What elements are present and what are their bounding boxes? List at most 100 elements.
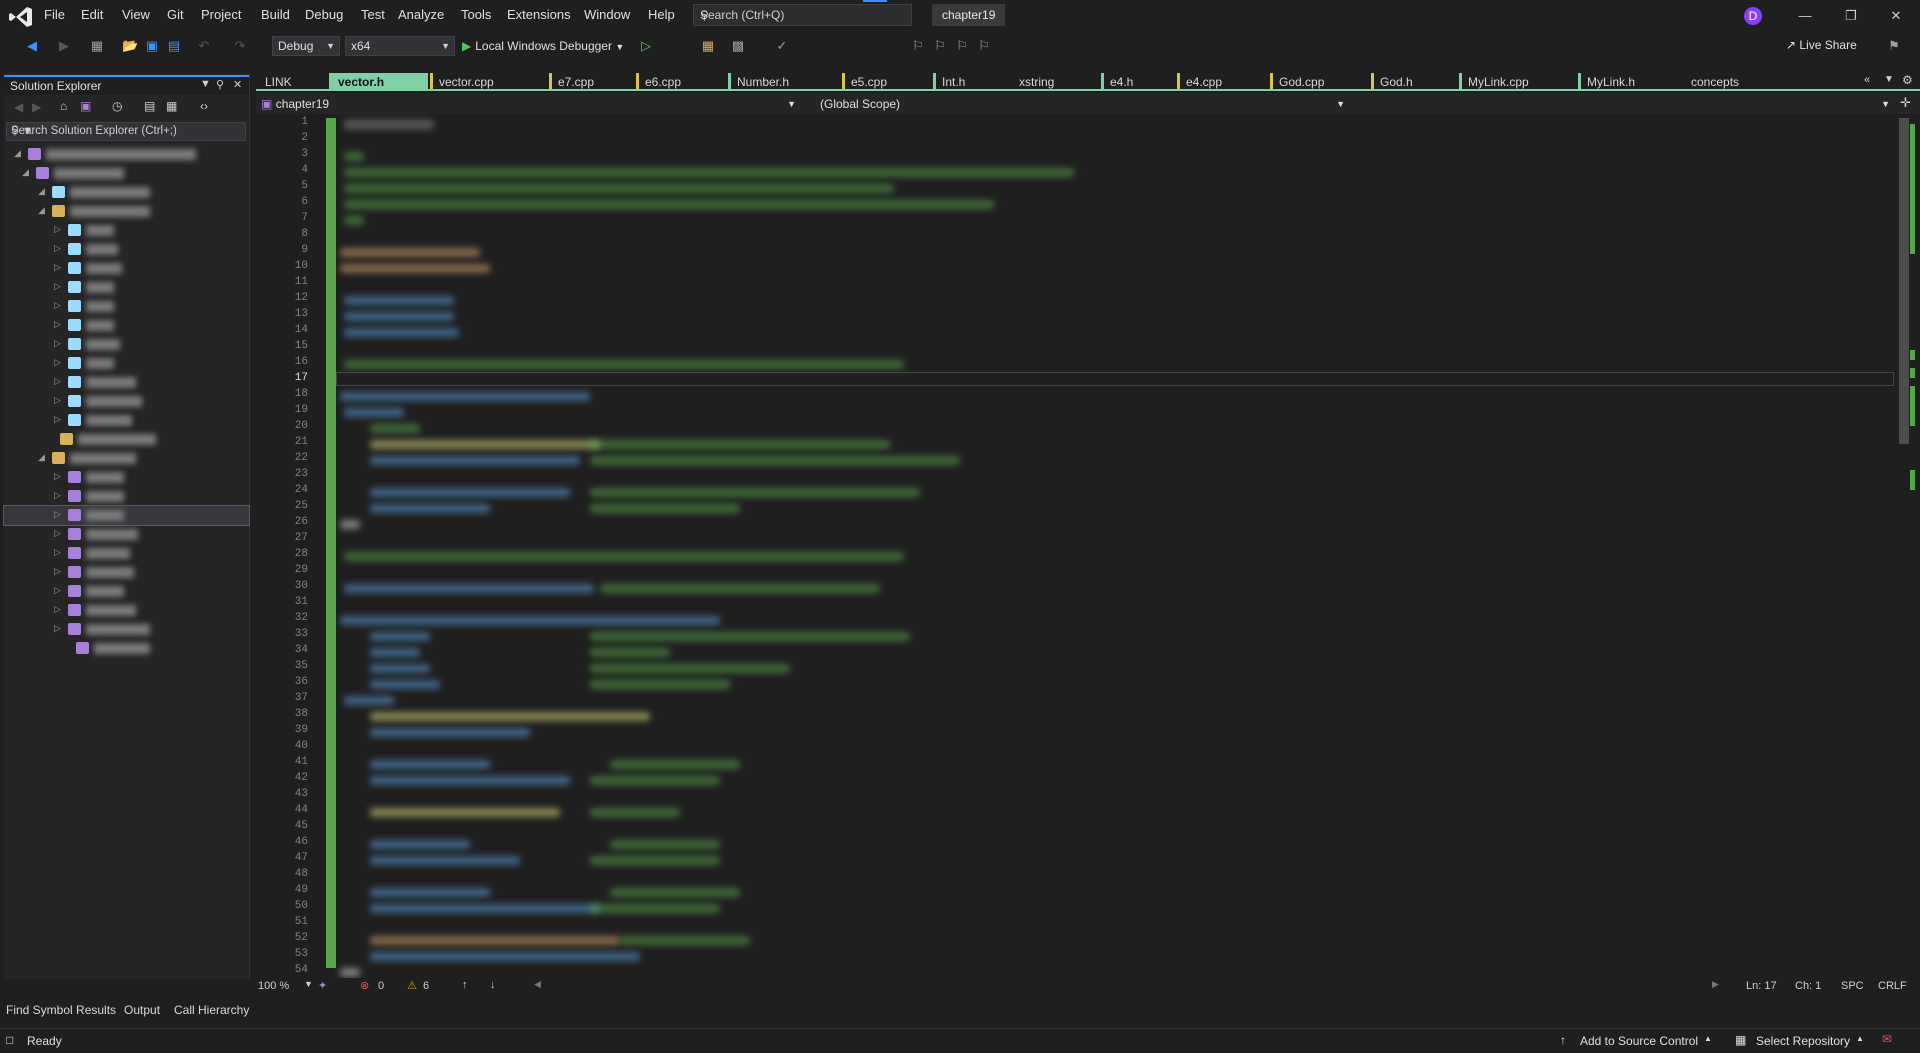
tree-item[interactable]: ▷ — [4, 487, 249, 506]
undo-icon[interactable]: ↶ — [196, 38, 212, 54]
expand-arrow-icon[interactable]: ▷ — [54, 319, 61, 330]
expand-arrow-icon[interactable]: ▷ — [54, 585, 61, 596]
warning-count[interactable]: 6 — [423, 980, 429, 992]
next-bookmark-icon[interactable]: ⚐ — [954, 38, 970, 54]
member-dropdown[interactable]: ▼ — [1350, 95, 1890, 113]
chevron-up-icon[interactable]: ▲ — [1704, 1034, 1712, 1043]
expand-arrow-icon[interactable]: ◢ — [38, 186, 45, 197]
tree-item[interactable]: ▷ — [4, 468, 249, 487]
tree-item[interactable]: ◢ — [4, 145, 249, 164]
menu-item-edit[interactable]: Edit — [81, 7, 103, 22]
chevron-down-icon[interactable]: ▼ — [200, 78, 211, 90]
warning-icon[interactable]: ⚠ — [407, 979, 417, 992]
tab-list-icon[interactable]: ▼ — [1884, 74, 1894, 85]
menu-item-debug[interactable]: Debug — [305, 7, 343, 22]
redo-icon[interactable]: ↷ — [232, 38, 248, 54]
gear-icon[interactable]: ⚙ — [1902, 73, 1913, 87]
pin-icon[interactable]: ⚲ — [216, 78, 224, 91]
spell-check-icon[interactable]: ✓ — [774, 38, 790, 54]
feedback-icon[interactable]: ⚑ — [1886, 38, 1902, 54]
tree-item[interactable]: ▷ — [4, 411, 249, 430]
history-icon[interactable]: ◷ — [112, 99, 122, 113]
expand-arrow-icon[interactable]: ▷ — [54, 547, 61, 558]
chevron-up-icon[interactable]: ▲ — [1856, 1034, 1864, 1043]
expand-arrow-icon[interactable]: ◢ — [22, 167, 29, 178]
solution-explorer-search[interactable]: Search Solution Explorer (Ctrl+;) ⚲ ▼ — [6, 122, 246, 141]
expand-arrow-icon[interactable]: ▷ — [54, 528, 61, 539]
expand-arrow-icon[interactable]: ▷ — [54, 243, 61, 254]
tree-item[interactable]: ▷ — [4, 563, 249, 582]
open-folder-icon[interactable]: 📂 — [122, 38, 138, 54]
expand-arrow-icon[interactable]: ▷ — [54, 509, 61, 520]
tree-item[interactable]: ▷ — [3, 505, 250, 526]
tree-item[interactable]: ◢ — [4, 183, 249, 202]
scrollbar-thumb[interactable] — [1899, 118, 1909, 444]
zoom-level[interactable]: 100 % — [258, 980, 289, 992]
back-icon[interactable]: ◀ — [24, 38, 40, 54]
tree-item[interactable]: ▷ — [4, 316, 249, 335]
tree-item[interactable] — [4, 430, 249, 449]
platform-dropdown[interactable]: x64 ▼ — [345, 36, 455, 56]
tree-item[interactable]: ▷ — [4, 582, 249, 601]
tree-item[interactable]: ▷ — [4, 354, 249, 373]
menu-item-view[interactable]: View — [122, 7, 150, 22]
avatar[interactable]: D — [1744, 7, 1762, 25]
scroll-left-icon[interactable]: ◀ — [534, 979, 541, 990]
select-repository-button[interactable]: Select Repository — [1756, 1034, 1850, 1048]
tree-item[interactable]: ▷ — [4, 221, 249, 240]
expand-arrow-icon[interactable]: ▷ — [54, 414, 61, 425]
tree-item[interactable]: ◢ — [4, 164, 249, 183]
expand-arrow-icon[interactable]: ▷ — [54, 281, 61, 292]
bookmark-icon[interactable]: ⚐ — [910, 38, 926, 54]
show-all-files-icon[interactable]: ▦ — [166, 99, 177, 113]
expand-arrow-icon[interactable]: ▷ — [54, 357, 61, 368]
health-icon[interactable]: ✦ — [318, 979, 327, 992]
menu-item-test[interactable]: Test — [361, 7, 385, 22]
split-icon[interactable]: ✛ — [1900, 95, 1911, 111]
chevron-down-icon[interactable]: ▼ — [304, 979, 313, 989]
error-icon[interactable]: ⊗ — [360, 979, 369, 992]
tree-item[interactable] — [4, 639, 249, 658]
arrow-down-icon[interactable]: ↓ — [490, 979, 496, 991]
expand-arrow-icon[interactable]: ▷ — [54, 490, 61, 501]
editor-scrollbar[interactable] — [1896, 118, 1920, 976]
start-without-debugging-icon[interactable]: ▷ — [638, 38, 654, 54]
tree-item[interactable]: ▷ — [4, 335, 249, 354]
new-project-icon[interactable]: ▦ — [89, 38, 105, 54]
menu-item-extensions[interactable]: Extensions — [507, 7, 571, 22]
clear-bookmarks-icon[interactable]: ⚐ — [976, 38, 992, 54]
menu-item-build[interactable]: Build — [261, 7, 290, 22]
live-share-button[interactable]: ↗ Live Share — [1786, 38, 1857, 52]
expand-arrow-icon[interactable]: ▷ — [54, 338, 61, 349]
restore-icon[interactable]: ❐ — [1836, 4, 1866, 28]
tree-item[interactable]: ▷ — [4, 392, 249, 411]
tab-call-hierarchy[interactable]: Call Hierarchy — [174, 1003, 249, 1017]
tree-item[interactable]: ▷ — [4, 544, 249, 563]
expand-arrow-icon[interactable]: ▷ — [54, 395, 61, 406]
menu-item-tools[interactable]: Tools — [461, 7, 491, 22]
menu-item-git[interactable]: Git — [167, 7, 184, 22]
menu-item-window[interactable]: Window — [584, 7, 630, 22]
folder-view-icon[interactable]: ▦ — [700, 38, 716, 54]
save-all-icon[interactable]: ▤ — [166, 38, 182, 54]
forward-icon[interactable]: ▶ — [56, 38, 72, 54]
close-icon[interactable]: ✕ — [233, 78, 242, 91]
tree-item[interactable]: ◢ — [4, 202, 249, 221]
home-icon[interactable]: ⌂ — [60, 99, 67, 113]
expand-arrow-icon[interactable]: ▷ — [54, 300, 61, 311]
expand-arrow-icon[interactable]: ◢ — [38, 205, 45, 216]
expand-arrow-icon[interactable]: ◢ — [38, 452, 45, 463]
tab-overflow-icon[interactable]: « — [1864, 74, 1870, 86]
menu-item-file[interactable]: File — [44, 7, 65, 22]
configuration-dropdown[interactable]: Debug ▼ — [272, 36, 340, 56]
menu-item-project[interactable]: Project — [201, 7, 241, 22]
tree-item[interactable]: ◢ — [4, 449, 249, 468]
error-count[interactable]: 0 — [378, 980, 384, 992]
expand-arrow-icon[interactable]: ▷ — [54, 604, 61, 615]
back-icon[interactable]: ◀ — [14, 100, 23, 114]
expand-arrow-icon[interactable]: ◢ — [14, 148, 21, 159]
expand-arrow-icon[interactable]: ▷ — [54, 376, 61, 387]
tab-find-symbol-results[interactable]: Find Symbol Results — [6, 1003, 116, 1017]
menu-item-help[interactable]: Help — [648, 7, 675, 22]
arrow-up-icon[interactable]: ↑ — [462, 979, 468, 991]
